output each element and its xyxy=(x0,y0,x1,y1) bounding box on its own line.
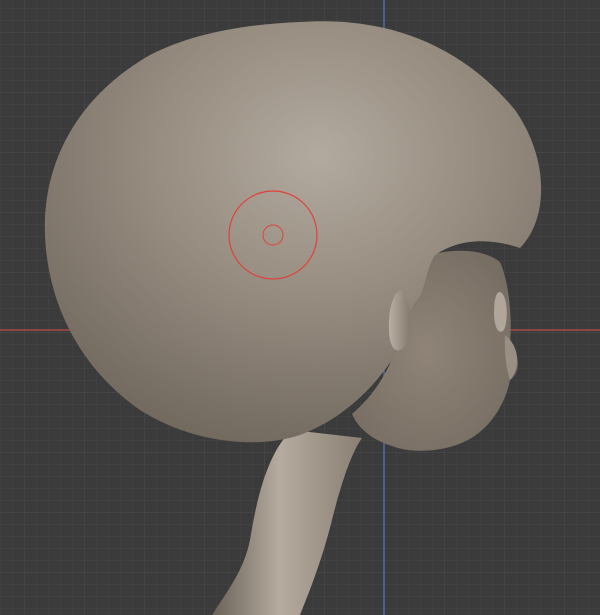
3d-viewport[interactable] xyxy=(0,0,600,615)
